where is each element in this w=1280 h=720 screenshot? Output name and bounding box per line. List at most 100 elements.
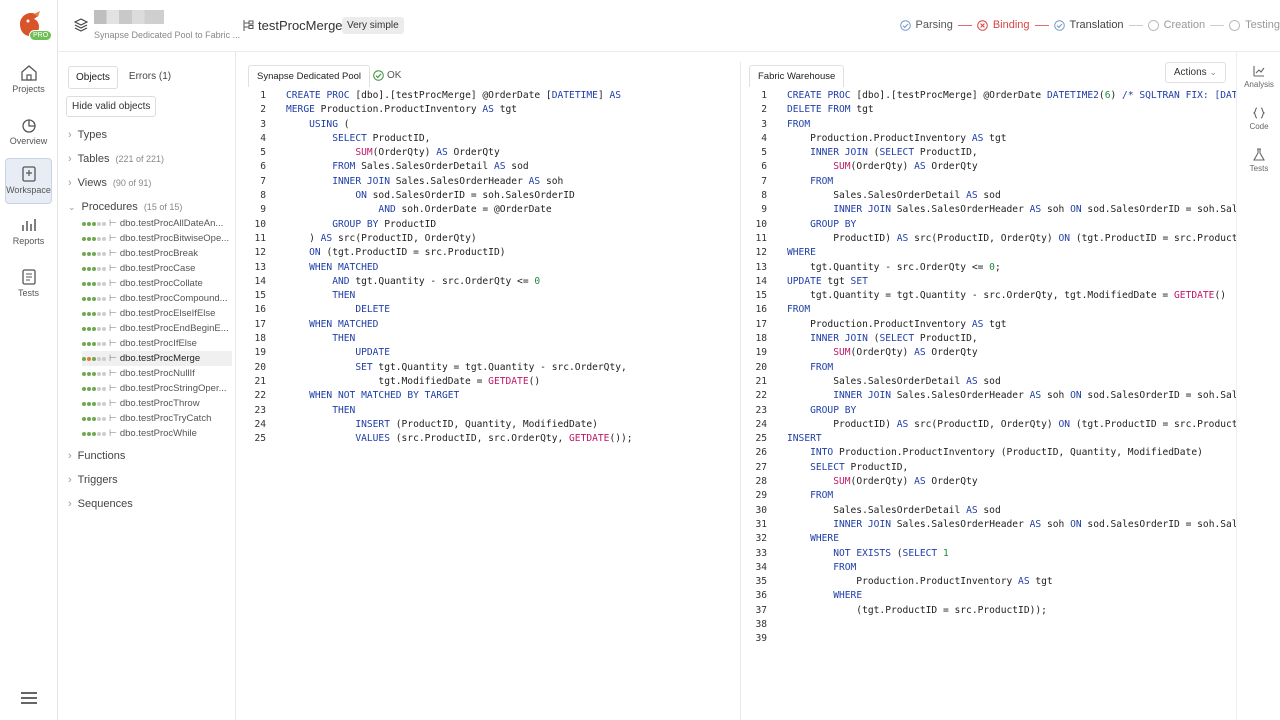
error-circle-icon xyxy=(977,19,988,31)
code-line: 3 USING ( xyxy=(260,118,350,130)
step-parsing[interactable]: Parsing xyxy=(899,19,953,31)
step-connector xyxy=(957,24,972,26)
nav-workspace[interactable]: Workspace xyxy=(5,158,52,204)
code-line: 11 ) AS src(ProductID, OrderQty) xyxy=(254,232,477,244)
section-sequences-label: Sequences xyxy=(77,498,133,510)
step-testing[interactable]: Testing xyxy=(1229,19,1280,31)
code-line: 10 GROUP BY ProductID xyxy=(254,218,437,230)
analysis-icon xyxy=(1253,66,1265,77)
step-creation[interactable]: Creation xyxy=(1147,19,1205,31)
procedure-list: ⊢ dbo.testProcAllDateAn... ⊢ dbo.testProcBi… xyxy=(82,216,232,441)
layers-icon xyxy=(74,18,88,32)
tab-source-dialect[interactable]: Synapse Dedicated Pool xyxy=(248,65,371,87)
code-line: 29 FROM xyxy=(755,490,834,502)
procedure-item[interactable]: ⊢ dbo.testProcIfElse xyxy=(82,336,232,351)
code-line: 6 SUM(OrderQty) AS OrderQty xyxy=(761,161,978,173)
step-binding[interactable]: Binding xyxy=(977,19,1030,31)
rail-analysis[interactable]: Analysis xyxy=(1237,64,1280,89)
code-line: 34 FROM xyxy=(755,561,857,573)
procedure-item[interactable]: ⊢ dbo.testProcNullIf xyxy=(82,366,232,381)
section-triggers[interactable]: › Triggers xyxy=(68,474,118,486)
code-line: 25 INSERT xyxy=(755,433,822,445)
code-line: 25 VALUES (src.ProductID, src.OrderQty, … xyxy=(254,433,633,445)
procedure-icon: ⊢ xyxy=(109,278,117,288)
section-tables-count: (221 of 221) xyxy=(115,154,165,164)
status-dots-icon xyxy=(82,341,106,346)
nav-projects[interactable]: Projects xyxy=(5,58,52,106)
home-icon xyxy=(20,65,37,81)
section-views[interactable]: › Views (90 of 91) xyxy=(68,177,151,189)
code-line: 13 WHEN MATCHED xyxy=(254,261,379,273)
step-translation[interactable]: Translation xyxy=(1053,19,1124,31)
procedure-item[interactable]: ⊢ dbo.testProcCompound... xyxy=(82,291,232,306)
app-logo[interactable]: PRO xyxy=(14,10,53,44)
code-line: 20 SET tgt.Quantity = tgt.Quantity - src… xyxy=(254,361,627,373)
flask-icon xyxy=(1253,148,1265,161)
procedure-item[interactable]: ⊢ dbo.testProcBitwiseOpe... xyxy=(82,231,232,246)
procedure-item-label: dbo.testProcCase xyxy=(119,263,196,274)
tab-objects[interactable]: Objects xyxy=(68,66,118,89)
section-views-label: Views xyxy=(77,177,107,189)
procedure-icon: ⊢ xyxy=(109,383,117,393)
hide-valid-objects-button[interactable]: Hide valid objects xyxy=(66,96,157,117)
target-code-editor[interactable]: 1 CREATE PROC [dbo].[testProcMerge] @Orde… xyxy=(741,89,1236,647)
procedure-item-label: dbo.testProcBreak xyxy=(119,248,198,259)
code-line: 17 Production.ProductInventory AS tgt xyxy=(755,318,1007,330)
nav-tests[interactable]: Tests xyxy=(5,262,52,310)
procedure-item[interactable]: ⊢ dbo.testProcBreak xyxy=(82,246,232,261)
status-dots-icon xyxy=(82,236,106,241)
procedure-item[interactable]: ⊢ dbo.testProcCollate xyxy=(82,276,232,291)
code-line: 5 INNER JOIN (SELECT ProductID, xyxy=(761,147,978,159)
code-line: 26 INTO Production.ProductInventory (Pro… xyxy=(755,447,1203,459)
code-line: 22 INNER JOIN Sales.SalesOrderHeader AS … xyxy=(755,390,1236,402)
code-line: 12 ON (tgt.ProductID = src.ProductID) xyxy=(254,247,506,259)
code-line: 14 AND tgt.Quantity - src.OrderQty <= 0 xyxy=(254,275,541,287)
code-line: 28 SUM(OrderQty) AS OrderQty xyxy=(755,476,978,488)
nav-overview[interactable]: Overview xyxy=(5,110,52,158)
procedure-item[interactable]: ⊢ dbo.testProcThrow xyxy=(82,396,232,411)
right-rail: Analysis Code Tests xyxy=(1236,52,1280,720)
actions-dropdown[interactable]: Actions ⌄ xyxy=(1164,62,1226,83)
procedure-item[interactable]: ⊢ dbo.testProcWhile xyxy=(82,426,232,441)
chevron-right-icon: › xyxy=(68,177,72,189)
project-name-redacted xyxy=(94,10,164,24)
section-types[interactable]: › Types xyxy=(68,129,107,141)
status-dots-icon xyxy=(82,401,106,406)
nav-reports[interactable]: Reports xyxy=(5,210,52,258)
rail-tests[interactable]: Tests xyxy=(1237,148,1280,173)
menu-icon[interactable] xyxy=(20,691,38,705)
procedure-item[interactable]: ⊢ dbo.testProcElseIfElse xyxy=(82,306,232,321)
rail-code[interactable]: Code xyxy=(1237,106,1280,131)
object-explorer: Objects Errors (1) Hide valid objects › T… xyxy=(58,52,236,720)
status-dots-icon xyxy=(82,311,106,316)
tab-target-dialect[interactable]: Fabric Warehouse xyxy=(749,65,845,87)
code-line: 7 INNER JOIN Sales.SalesOrderHeader AS s… xyxy=(260,175,564,187)
code-line: 30 Sales.SalesOrderDetail AS sod xyxy=(755,504,1001,516)
procedure-icon xyxy=(243,20,254,31)
code-line: 2 MERGE Production.ProductInventory AS tg… xyxy=(260,104,518,116)
section-views-count: (90 of 91) xyxy=(112,178,152,188)
procedure-icon: ⊢ xyxy=(109,353,117,363)
project-subtitle[interactable]: Synapse Dedicated Pool to Fabric ... xyxy=(94,30,240,40)
source-code-editor[interactable]: 1 CREATE PROC [dbo].[testProcMerge] @Orde… xyxy=(240,89,736,446)
rail-analysis-label: Analysis xyxy=(1244,80,1274,89)
procedure-item[interactable]: ⊢ dbo.testProcTryCatch xyxy=(82,411,232,426)
section-procedures[interactable]: ⌄ Procedures (15 of 15) xyxy=(68,201,182,213)
procedure-item[interactable]: ⊢ dbo.testProcCase xyxy=(82,261,232,276)
code-line: 9 INNER JOIN Sales.SalesOrderHeader AS s… xyxy=(761,204,1236,216)
procedure-item[interactable]: ⊢ dbo.testProcEndBeginE... xyxy=(82,321,232,336)
procedure-icon: ⊢ xyxy=(109,308,117,318)
section-functions[interactable]: › Functions xyxy=(68,450,125,462)
code-line: 7 FROM xyxy=(761,175,834,187)
section-sequences[interactable]: › Sequences xyxy=(68,498,133,510)
code-line: 10 GROUP BY xyxy=(755,218,857,230)
chevron-right-icon: › xyxy=(68,474,72,486)
code-line: 24 INSERT (ProductID, Quantity, Modified… xyxy=(254,418,598,430)
procedure-item[interactable]: ⊢ dbo.testProcAllDateAn... xyxy=(82,216,232,231)
section-tables[interactable]: › Tables (221 of 221) xyxy=(68,153,164,165)
tab-errors[interactable]: Errors (1) xyxy=(122,66,178,89)
procedure-item[interactable]: ⊢ dbo.testProcMerge xyxy=(82,351,232,366)
procedure-item-label: dbo.testProcElseIfElse xyxy=(119,308,216,319)
code-line: 4 Production.ProductInventory AS tgt xyxy=(761,132,1007,144)
procedure-item[interactable]: ⊢ dbo.testProcStringOper... xyxy=(82,381,232,396)
